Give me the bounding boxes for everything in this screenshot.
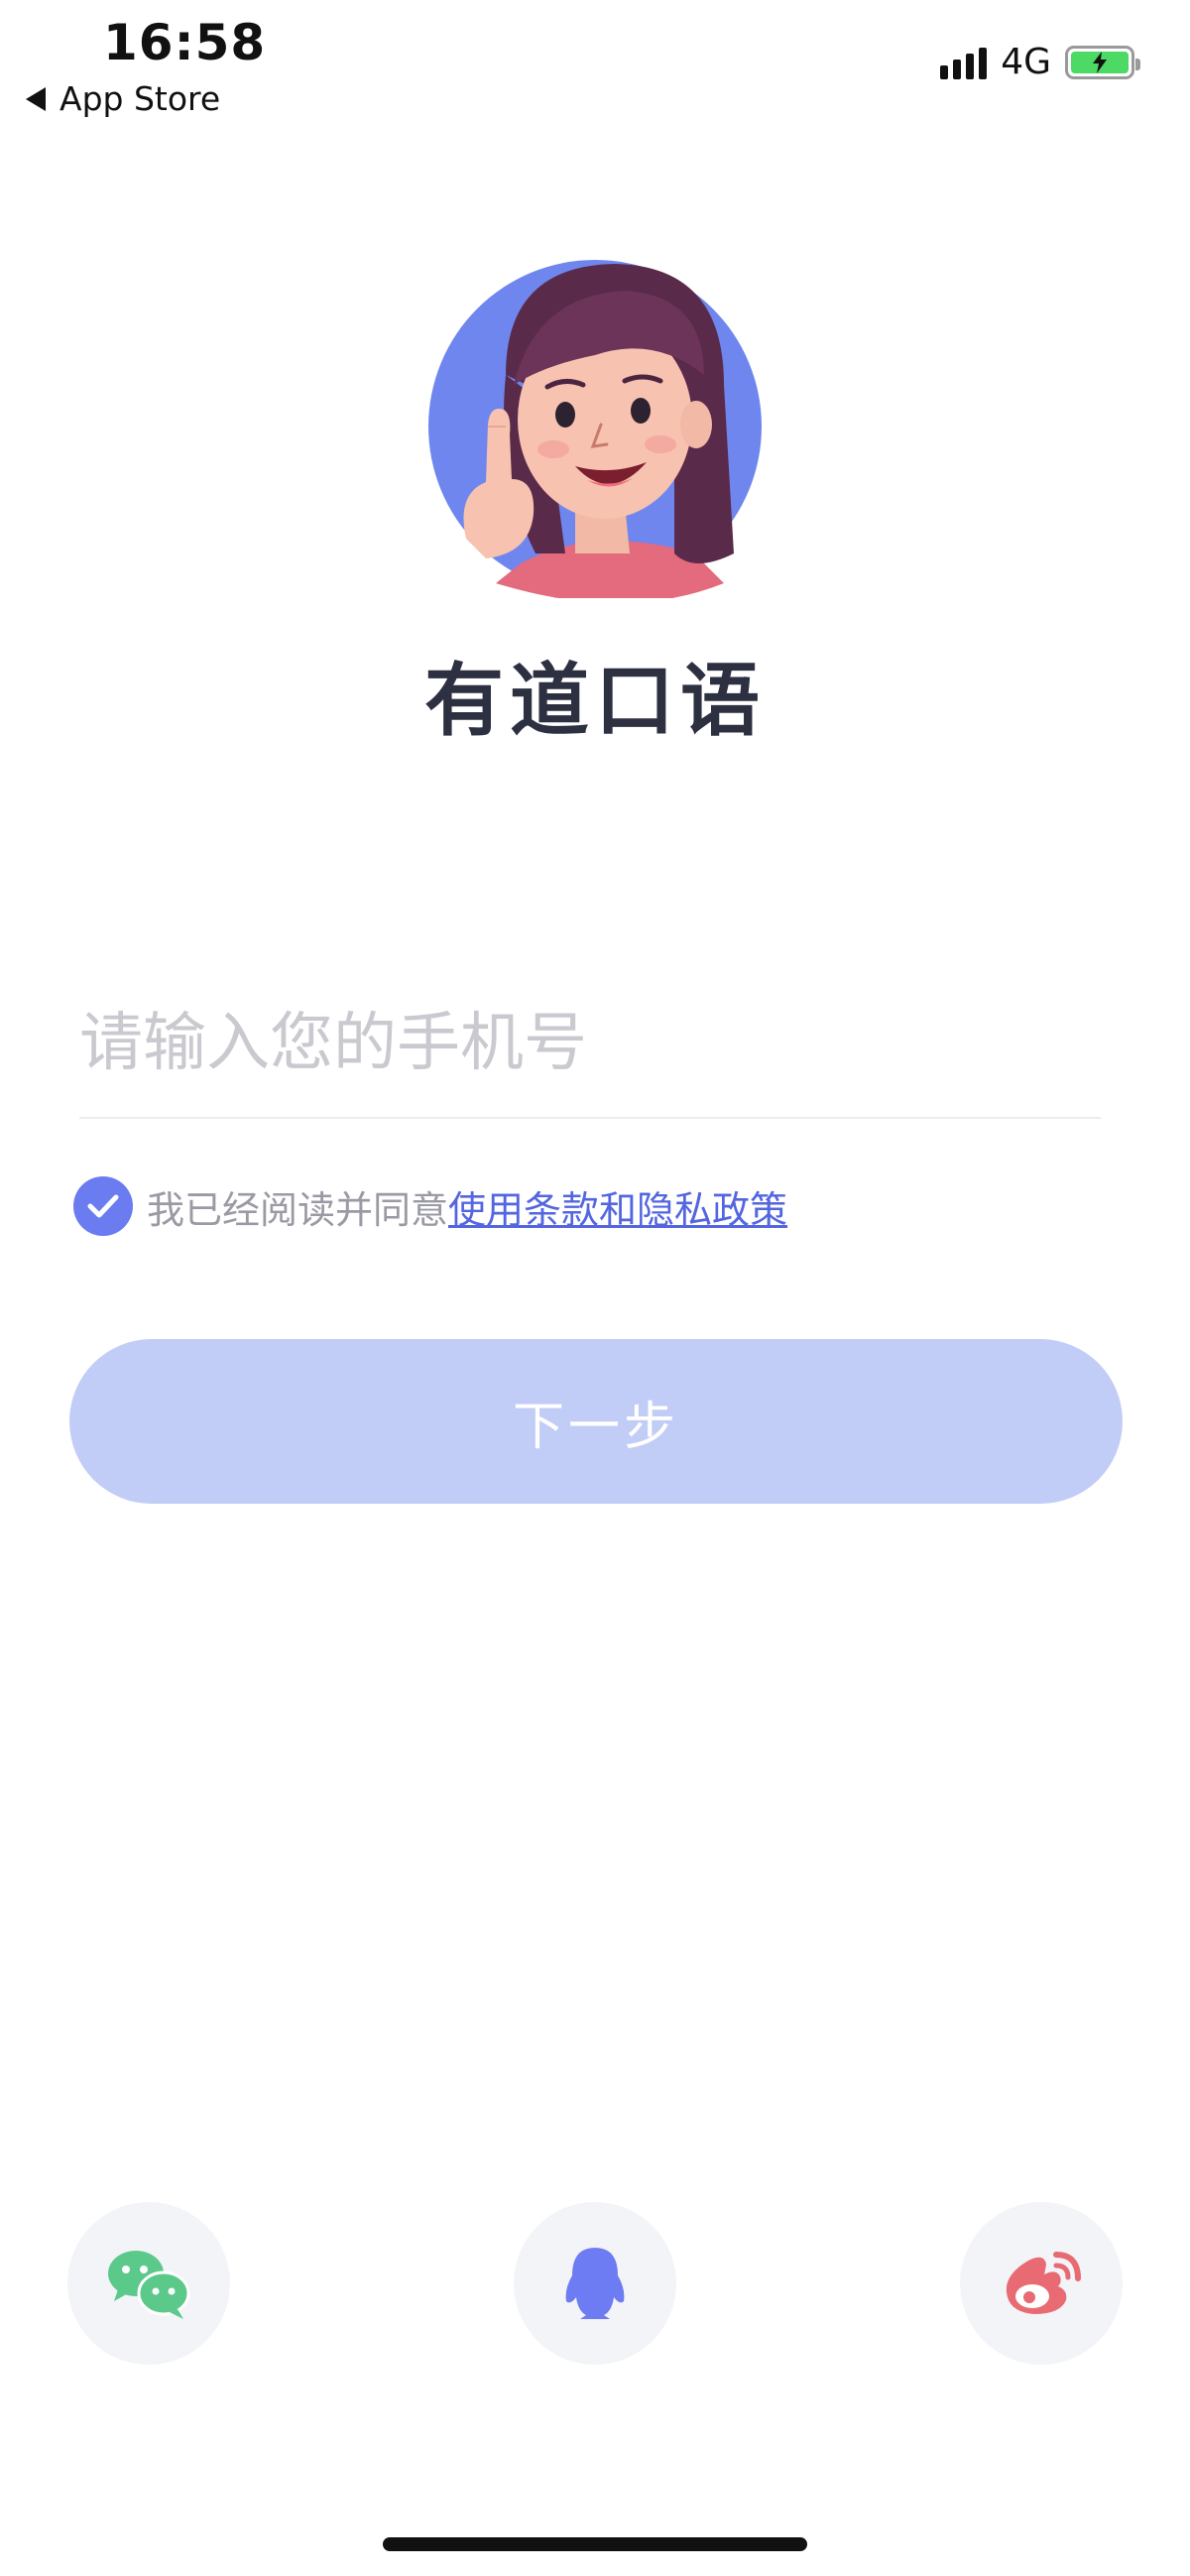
network-type: 4G xyxy=(1001,42,1051,82)
qq-login-button[interactable] xyxy=(514,2202,676,2365)
weibo-icon xyxy=(1006,2252,1081,2314)
battery-icon xyxy=(1065,45,1140,79)
status-indicators: 4G xyxy=(940,42,1140,82)
input-divider xyxy=(79,1117,1101,1119)
agreement-text: 我已经阅读并同意 xyxy=(147,1187,449,1232)
wechat-login-button[interactable] xyxy=(67,2202,230,2365)
app-logo-avatar xyxy=(426,256,764,603)
next-step-button[interactable]: 下一步 xyxy=(69,1339,1123,1504)
checkmark-icon xyxy=(87,1194,119,1218)
back-to-app-store[interactable]: App Store xyxy=(26,79,220,118)
qq-icon xyxy=(565,2248,625,2319)
agreement-checkbox[interactable] xyxy=(73,1176,133,1236)
login-screen: 16:58 App Store 4G 有道口语 请输入您的手机号 我已经阅读并同… xyxy=(0,0,1190,2576)
back-arrow-icon xyxy=(26,86,46,111)
weibo-login-button[interactable] xyxy=(960,2202,1123,2365)
status-time: 16:58 xyxy=(103,14,267,71)
back-label: App Store xyxy=(60,79,221,118)
wechat-icon xyxy=(108,2251,190,2319)
app-title: 有道口语 xyxy=(424,655,766,747)
phone-number-input[interactable] xyxy=(79,994,1101,1093)
charging-bolt-icon xyxy=(1093,51,1107,73)
agreement-row: 我已经阅读并同意 使用条款和隐私政策 xyxy=(73,1176,787,1236)
terms-privacy-link[interactable]: 使用条款和隐私政策 xyxy=(448,1179,787,1234)
signal-icon xyxy=(940,46,988,79)
home-indicator xyxy=(383,2537,807,2551)
